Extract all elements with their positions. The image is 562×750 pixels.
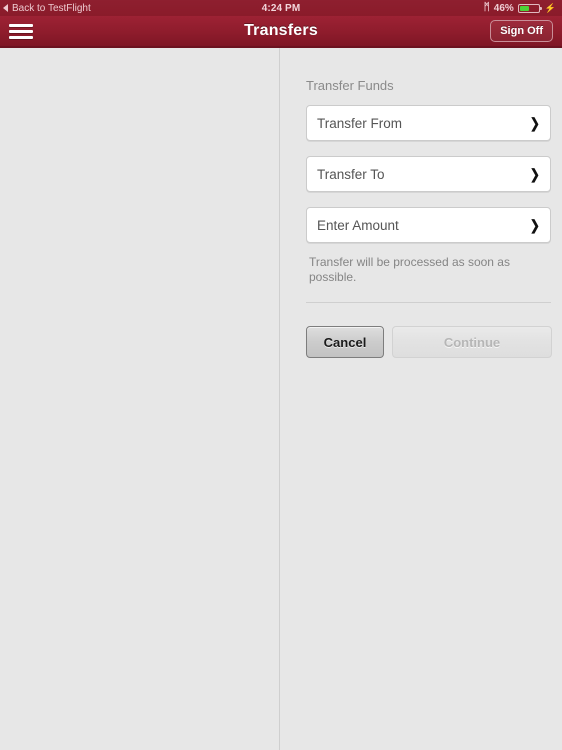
content-area: Transfer Funds Transfer From ❯ Transfer …	[0, 48, 562, 750]
action-buttons: Cancel Continue	[306, 326, 552, 358]
left-detail-pane	[0, 48, 280, 750]
bluetooth-icon: ᛗ	[483, 2, 490, 13]
chevron-right-icon: ❯	[530, 115, 541, 131]
back-caret-icon	[3, 4, 8, 12]
chevron-right-icon: ❯	[530, 166, 541, 182]
transfer-from-label: Transfer From	[317, 115, 403, 131]
transfer-funds-panel: Transfer Funds Transfer From ❯ Transfer …	[281, 48, 562, 750]
page-title: Transfers	[244, 22, 318, 39]
transfer-to-row[interactable]: Transfer To ❯	[306, 156, 551, 192]
hamburger-bar	[9, 35, 33, 39]
chevron-right-icon: ❯	[530, 217, 541, 233]
battery-fill	[519, 5, 529, 11]
sign-off-button[interactable]: Sign Off	[490, 20, 553, 42]
navigation-bar: Transfers Sign Off	[0, 16, 562, 48]
transfer-from-row[interactable]: Transfer From ❯	[306, 105, 551, 141]
section-divider	[306, 302, 551, 303]
section-title: Transfer Funds	[306, 78, 394, 93]
cancel-button[interactable]: Cancel	[306, 326, 384, 358]
battery-icon	[517, 3, 542, 13]
help-text: Transfer will be processed as soon as po…	[309, 255, 510, 284]
status-bar: Back to TestFlight 4:24 PM ᛗ 46% ⚡	[0, 0, 562, 16]
enter-amount-row[interactable]: Enter Amount ❯	[306, 207, 551, 243]
transfer-form: Transfer From ❯ Transfer To ❯ Enter Amou…	[306, 105, 551, 258]
back-to-app-label: Back to TestFlight	[12, 2, 91, 14]
back-to-app-button[interactable]: Back to TestFlight	[3, 3, 91, 14]
transfer-to-label: Transfer To	[317, 166, 385, 182]
status-indicators: ᛗ 46% ⚡	[484, 3, 556, 14]
hamburger-bar	[9, 23, 33, 27]
enter-amount-label: Enter Amount	[317, 217, 399, 233]
hamburger-bar	[9, 29, 33, 33]
hamburger-menu-icon[interactable]	[9, 22, 33, 40]
continue-button: Continue	[392, 326, 552, 358]
lightning-bolt-icon: ⚡	[544, 2, 556, 13]
battery-percent-label: 46%	[493, 2, 514, 14]
